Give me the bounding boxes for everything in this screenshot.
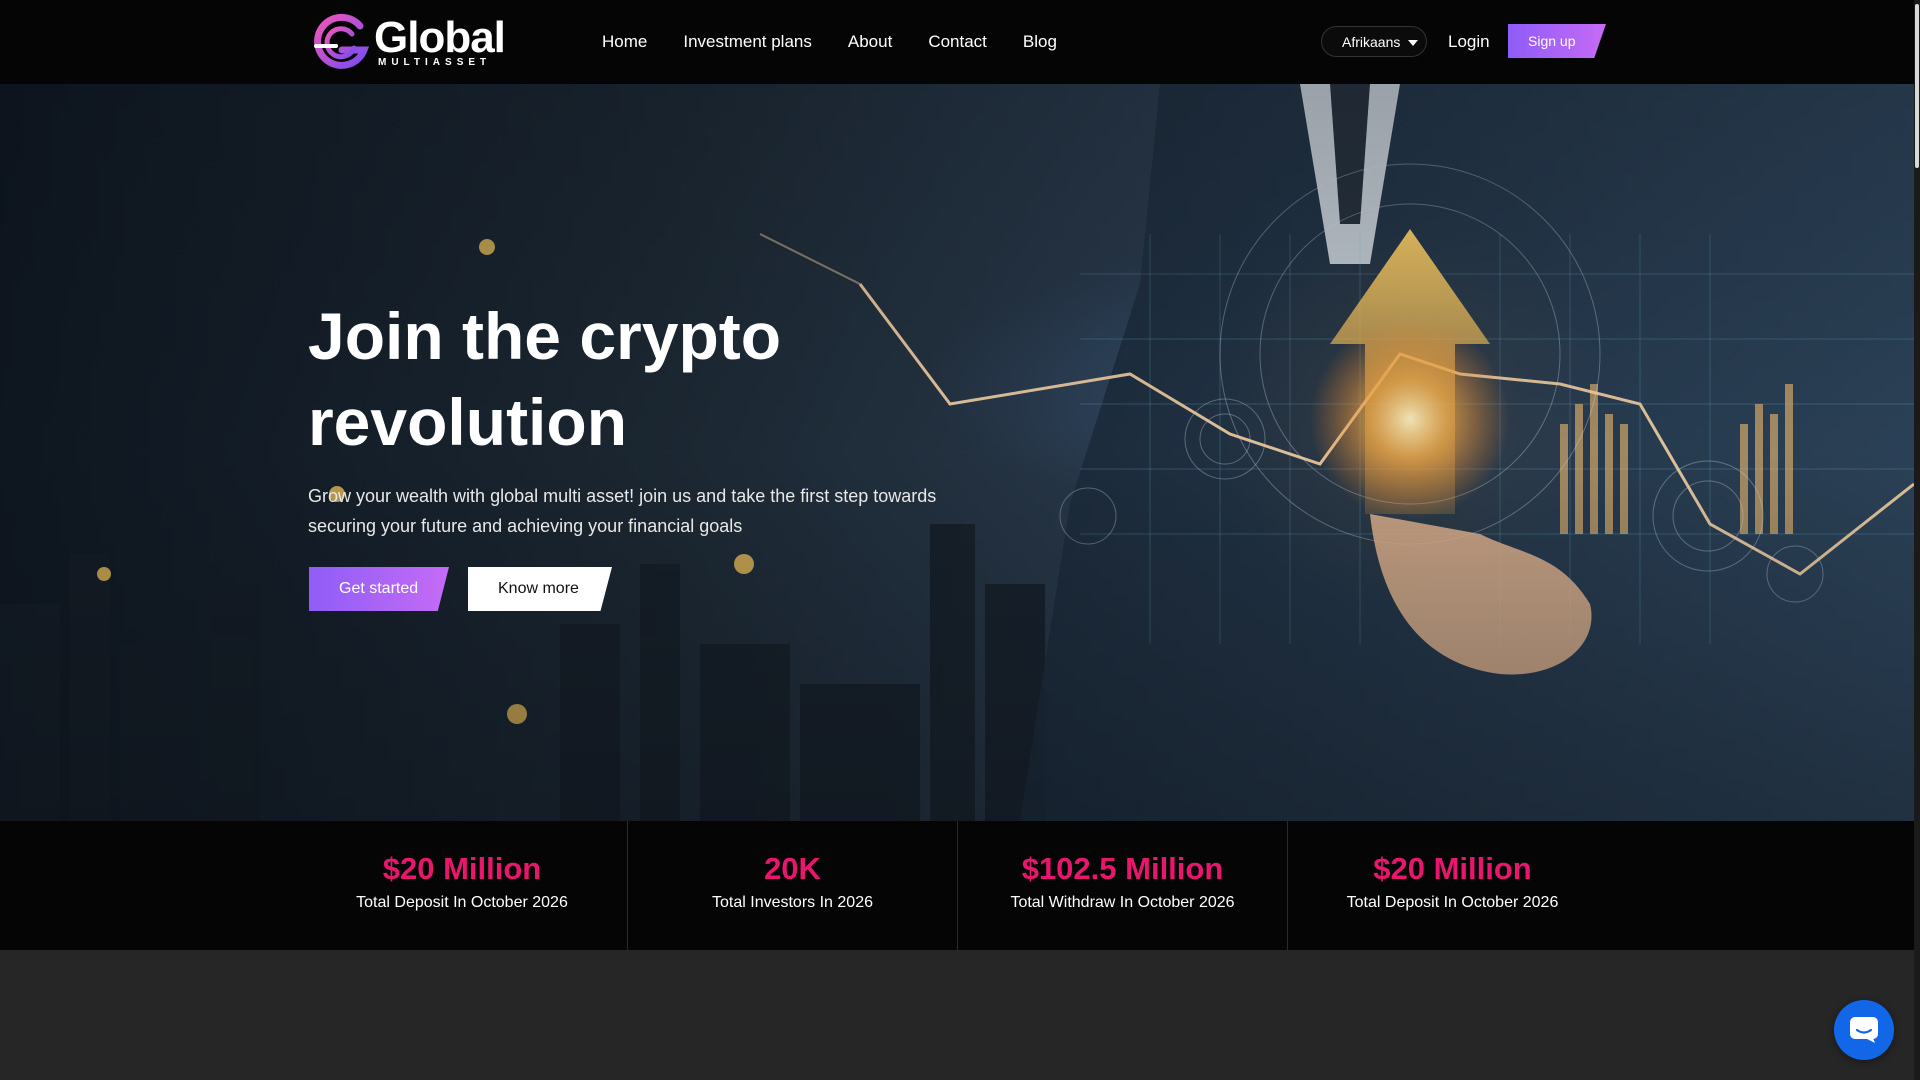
chat-bubble-icon [1850, 1017, 1878, 1043]
hero-section: Join the crypto revolution Grow your wea… [0, 84, 1914, 821]
language-select[interactable]: Afrikaans [1321, 26, 1427, 57]
brand-tagline: MULTIASSET [378, 57, 492, 68]
stat-value: $20 Million [382, 851, 542, 886]
stat-label: Total Deposit In October 2026 [1346, 894, 1559, 911]
nav-blog[interactable]: Blog [1023, 30, 1057, 54]
chevron-down-icon [1408, 40, 1418, 46]
nav-contact[interactable]: Contact [928, 30, 987, 54]
hero-subtitle: Grow your wealth with global multi asset… [308, 486, 937, 536]
nav-home[interactable]: Home [602, 30, 647, 54]
nav-about[interactable]: About [848, 30, 892, 54]
brand-logo[interactable]: Global MULTIASSET [308, 12, 528, 72]
stat-item: $20 Million Total Deposit In October 202… [1287, 821, 1617, 950]
scrollbar-thumb[interactable] [1915, 4, 1919, 168]
hero-title: Join the crypto revolution [308, 299, 782, 459]
login-link[interactable]: Login [1448, 30, 1490, 54]
next-section [0, 950, 1914, 1080]
nav-investment-plans[interactable]: Investment plans [683, 30, 812, 54]
stats-bar: $20 Million Total Deposit In October 202… [0, 821, 1914, 950]
brand-name: Global [374, 13, 506, 62]
top-navbar: Global MULTIASSET Home Investment plans … [0, 0, 1914, 84]
stat-item: $102.5 Million Total Withdraw In October… [957, 821, 1287, 950]
know-more-button[interactable]: Know more [468, 567, 612, 611]
main-nav: Home Investment plans About Contact Blog [602, 30, 1093, 54]
stat-item: $20 Million Total Deposit In October 202… [297, 821, 627, 950]
stat-label: Total Investors In 2026 [712, 894, 873, 911]
signup-button[interactable]: Sign up [1508, 24, 1606, 58]
stat-value: $20 Million [1373, 851, 1532, 886]
stat-label: Total Withdraw In October 2026 [1010, 894, 1235, 911]
get-started-button[interactable]: Get started [309, 567, 449, 611]
stat-value: $102.5 Million [1021, 851, 1224, 886]
global-logo-icon [314, 13, 370, 69]
stat-value: 20K [764, 851, 821, 886]
chat-widget-button[interactable] [1834, 1000, 1894, 1060]
stat-item: 20K Total Investors In 2026 [627, 821, 957, 950]
hero-overlay [0, 84, 1914, 821]
stat-label: Total Deposit In October 2026 [356, 894, 568, 911]
language-selected-label: Afrikaans [1342, 33, 1401, 50]
